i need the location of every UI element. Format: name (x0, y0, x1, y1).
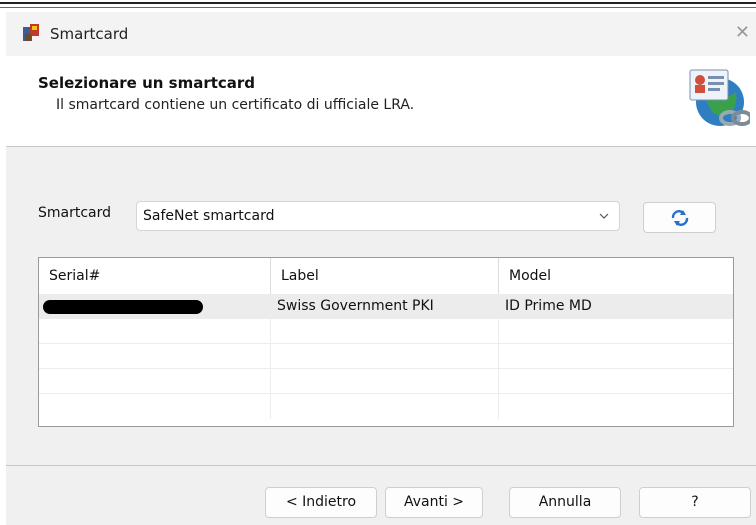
close-icon[interactable]: ✕ (735, 22, 750, 43)
table-header: Serial# Label Model (39, 258, 733, 295)
redacted-serial (43, 300, 203, 314)
table-row[interactable]: Swiss Government PKI ID Prime MD (39, 294, 733, 319)
cell-model: ID Prime MD (505, 298, 592, 314)
refresh-button[interactable] (643, 202, 716, 233)
smartcard-select-value: SafeNet smartcard (143, 208, 275, 224)
chevron-down-icon (597, 209, 611, 223)
top-border-2 (0, 7, 756, 8)
cell-serial (39, 294, 271, 319)
page-title: Selezionare un smartcard (38, 74, 256, 92)
wizard-body: Smartcard SafeNet smartcard Serial# Labe… (6, 147, 756, 465)
window-title: Smartcard (50, 25, 129, 43)
help-button[interactable]: ? (639, 487, 751, 518)
cancel-button[interactable]: Annulla (509, 487, 621, 518)
smartcard-label: Smartcard (38, 205, 112, 221)
top-border (0, 2, 756, 4)
column-header-model[interactable]: Model (499, 258, 733, 294)
table-row-empty (39, 344, 733, 369)
smartcard-select[interactable]: SafeNet smartcard (136, 201, 620, 231)
title-bar: Smartcard ✕ (6, 12, 756, 56)
wizard-footer: < Indietro Avanti > Annulla ? (6, 466, 756, 525)
table-row-empty (39, 394, 733, 419)
column-header-serial[interactable]: Serial# (39, 258, 271, 294)
certificate-table[interactable]: Serial# Label Model Swiss Government PKI… (38, 257, 734, 427)
next-button[interactable]: Avanti > (385, 487, 483, 518)
table-row-empty (39, 319, 733, 344)
certificate-chain-icon (686, 66, 753, 130)
table-row-empty (39, 369, 733, 394)
cell-label: Swiss Government PKI (271, 294, 499, 319)
smartcard-app-icon (20, 22, 42, 44)
wizard-header: Selezionare un smartcard Il smartcard co… (6, 56, 756, 146)
column-header-label[interactable]: Label (271, 258, 499, 294)
back-button[interactable]: < Indietro (265, 487, 377, 518)
page-subtitle: Il smartcard contiene un certificato di … (56, 97, 415, 113)
